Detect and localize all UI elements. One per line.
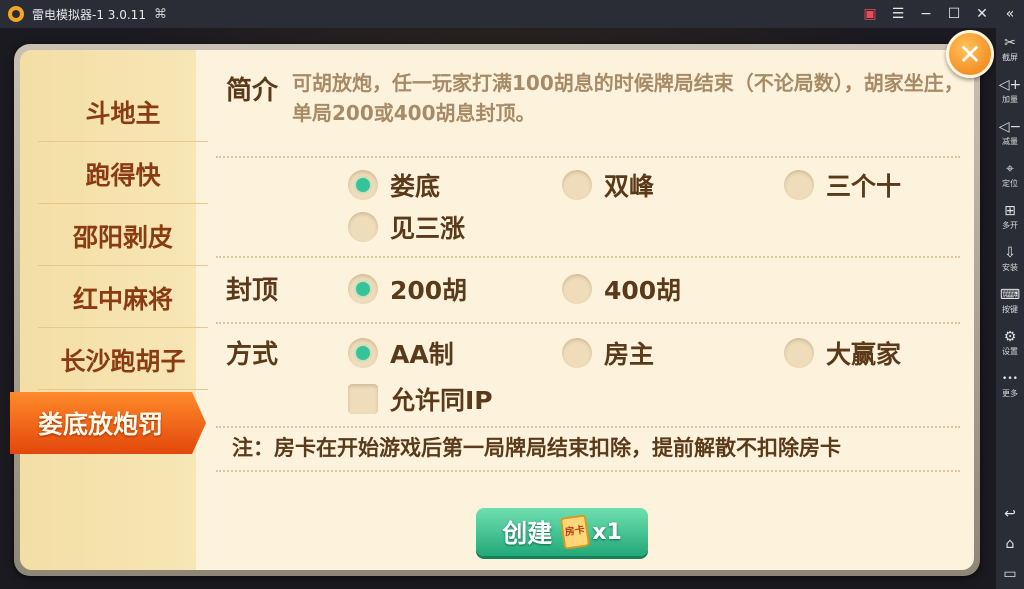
- radio-button[interactable]: [562, 170, 592, 200]
- sidebar-item-label: 按键: [1002, 305, 1018, 314]
- option-label: 200胡: [390, 276, 468, 305]
- option-mode-host[interactable]: 房主: [562, 336, 654, 370]
- option-label: 允许同IP: [390, 386, 493, 415]
- maximize-icon[interactable]: ☐: [940, 0, 968, 28]
- menu-icon[interactable]: ☰: [884, 0, 912, 28]
- back-icon[interactable]: ↩: [996, 499, 1024, 529]
- gamepad-icon[interactable]: ⌘: [154, 7, 167, 22]
- sidebar-item-location[interactable]: ⌖ 定位: [996, 154, 1024, 196]
- checkbox[interactable]: [348, 384, 378, 414]
- divider: [216, 470, 960, 472]
- sidebar-item-label: 更多: [1002, 389, 1018, 398]
- option-label: 见三涨: [390, 214, 466, 243]
- sidebar-item-label: 减量: [1002, 137, 1018, 146]
- sidebar-item-keymap[interactable]: ⌨ 按键: [996, 280, 1024, 322]
- option-cap-400[interactable]: 400胡: [562, 272, 681, 306]
- option-cap-200[interactable]: 200胡: [348, 272, 467, 306]
- home-icon[interactable]: ⌂: [996, 529, 1024, 559]
- app-logo-icon: [8, 6, 24, 22]
- option-sangeshi[interactable]: 三个十: [784, 168, 901, 202]
- collapse-icon[interactable]: «: [996, 0, 1024, 28]
- scissors-icon: ✂: [1004, 35, 1016, 51]
- divider: [216, 156, 960, 158]
- tab-loudi-fangpaofa[interactable]: 娄底放炮罚: [10, 392, 206, 454]
- settings-icon: ⚙: [1003, 329, 1017, 345]
- emulator-sidebar: ✂ 截屏 ◁+ 加量 ◁− 减量 ⌖ 定位 ⊞ 多开 ⇩ 安装 ⌨ 按键 ⚙ 设…: [996, 28, 1024, 589]
- create-label: 创建: [502, 519, 553, 548]
- sidebar-item-label: 加量: [1002, 95, 1018, 104]
- radio-button[interactable]: [562, 338, 592, 368]
- sidebar-item-multi-open[interactable]: ⊞ 多开: [996, 196, 1024, 238]
- sidebar-item-install[interactable]: ⇩ 安装: [996, 238, 1024, 280]
- radio-button[interactable]: [348, 274, 378, 304]
- volume-down-icon: ◁−: [998, 119, 1022, 135]
- sidebar-item-label: 安装: [1002, 263, 1018, 272]
- tab-paodekuai[interactable]: 跑得快: [38, 144, 208, 204]
- radio-button[interactable]: [348, 212, 378, 242]
- sidebar-nav: ↩ ⌂ ▭: [996, 499, 1024, 589]
- sidebar-item-label: 多开: [1002, 221, 1018, 230]
- game-viewport: 斗地主 跑得快 邵阳剥皮 红中麻将 长沙跑胡子 娄底放炮罚 简介 可胡放炮，任一…: [0, 28, 996, 589]
- sidebar-item-more[interactable]: ••• 更多: [996, 364, 1024, 406]
- minimize-icon[interactable]: −: [912, 0, 940, 28]
- sidebar-item-volume-down[interactable]: ◁− 减量: [996, 112, 1024, 154]
- sidebar-item-label: 定位: [1002, 179, 1018, 188]
- option-label: 三个十: [826, 172, 902, 201]
- divider: [216, 322, 960, 324]
- emulator-titlebar: 雷电模拟器-1 3.0.11 ⌘ ▣ ☰ − ☐ ✕ «: [0, 0, 1024, 28]
- option-shuangfeng[interactable]: 双峰: [562, 168, 654, 202]
- mode-label: 方式: [226, 340, 279, 370]
- option-label: 房主: [604, 340, 655, 369]
- option-label: AA制: [390, 340, 454, 369]
- window-controls: ▣ ☰ − ☐ ✕ «: [856, 0, 1024, 28]
- recents-icon[interactable]: ▭: [996, 559, 1024, 589]
- radio-button[interactable]: [784, 170, 814, 200]
- option-mode-aa[interactable]: AA制: [348, 336, 454, 370]
- option-label: 娄底: [390, 172, 441, 201]
- tab-hongzhong-majiang[interactable]: 红中麻将: [38, 268, 208, 328]
- apk-install-icon: ⇩: [1004, 245, 1016, 261]
- option-jiansanzhang[interactable]: 见三涨: [348, 210, 465, 244]
- keyboard-icon: ⌨: [999, 287, 1021, 303]
- cap-label: 封顶: [226, 276, 279, 306]
- sidebar-item-label: 截屏: [1002, 53, 1018, 62]
- intro-text: 可胡放炮，任一玩家打满100胡息的时候牌局结束（不论局数），胡家坐庄，单局200…: [292, 71, 964, 125]
- option-label: 400胡: [604, 276, 682, 305]
- volume-up-icon: ◁+: [998, 77, 1022, 93]
- option-loudi[interactable]: 娄底: [348, 168, 440, 202]
- option-label: 大赢家: [826, 340, 902, 369]
- divider: [216, 426, 960, 428]
- gift-icon[interactable]: ▣: [856, 0, 884, 28]
- radio-button[interactable]: [348, 338, 378, 368]
- option-allow-same-ip[interactable]: 允许同IP: [348, 382, 493, 416]
- sidebar-item-label: 设置: [1002, 347, 1018, 356]
- dialog-close-button[interactable]: ✕: [946, 30, 994, 78]
- radio-button[interactable]: [562, 274, 592, 304]
- divider: [216, 256, 960, 258]
- location-icon: ⌖: [1006, 161, 1014, 177]
- radio-button[interactable]: [348, 170, 378, 200]
- tab-shaoyang-bopi[interactable]: 邵阳剥皮: [38, 206, 208, 266]
- create-room-button[interactable]: 创建 房卡 x1: [476, 508, 648, 556]
- more-icon: •••: [1002, 374, 1018, 384]
- sidebar-item-volume-up[interactable]: ◁+ 加量: [996, 70, 1024, 112]
- multi-open-icon: ⊞: [1004, 203, 1016, 219]
- create-room-dialog: 斗地主 跑得快 邵阳剥皮 红中麻将 长沙跑胡子 娄底放炮罚 简介 可胡放炮，任一…: [10, 44, 980, 576]
- tab-changsha-paohuzi[interactable]: 长沙跑胡子: [38, 330, 208, 390]
- close-icon[interactable]: ✕: [968, 0, 996, 28]
- option-mode-winner[interactable]: 大赢家: [784, 336, 901, 370]
- option-label: 双峰: [604, 172, 655, 201]
- radio-button[interactable]: [784, 338, 814, 368]
- card-count: x1: [592, 519, 622, 545]
- sidebar-item-settings[interactable]: ⚙ 设置: [996, 322, 1024, 364]
- room-card-icon: 房卡: [560, 514, 591, 550]
- tab-doudizhu[interactable]: 斗地主: [38, 82, 208, 142]
- room-card-note: 注：房卡在开始游戏后第一局牌局结束扣除，提前解散不扣除房卡: [232, 436, 841, 460]
- window-title: 雷电模拟器-1 3.0.11: [32, 7, 146, 22]
- intro-label: 简介: [226, 76, 279, 106]
- sidebar-item-screenshot[interactable]: ✂ 截屏: [996, 28, 1024, 70]
